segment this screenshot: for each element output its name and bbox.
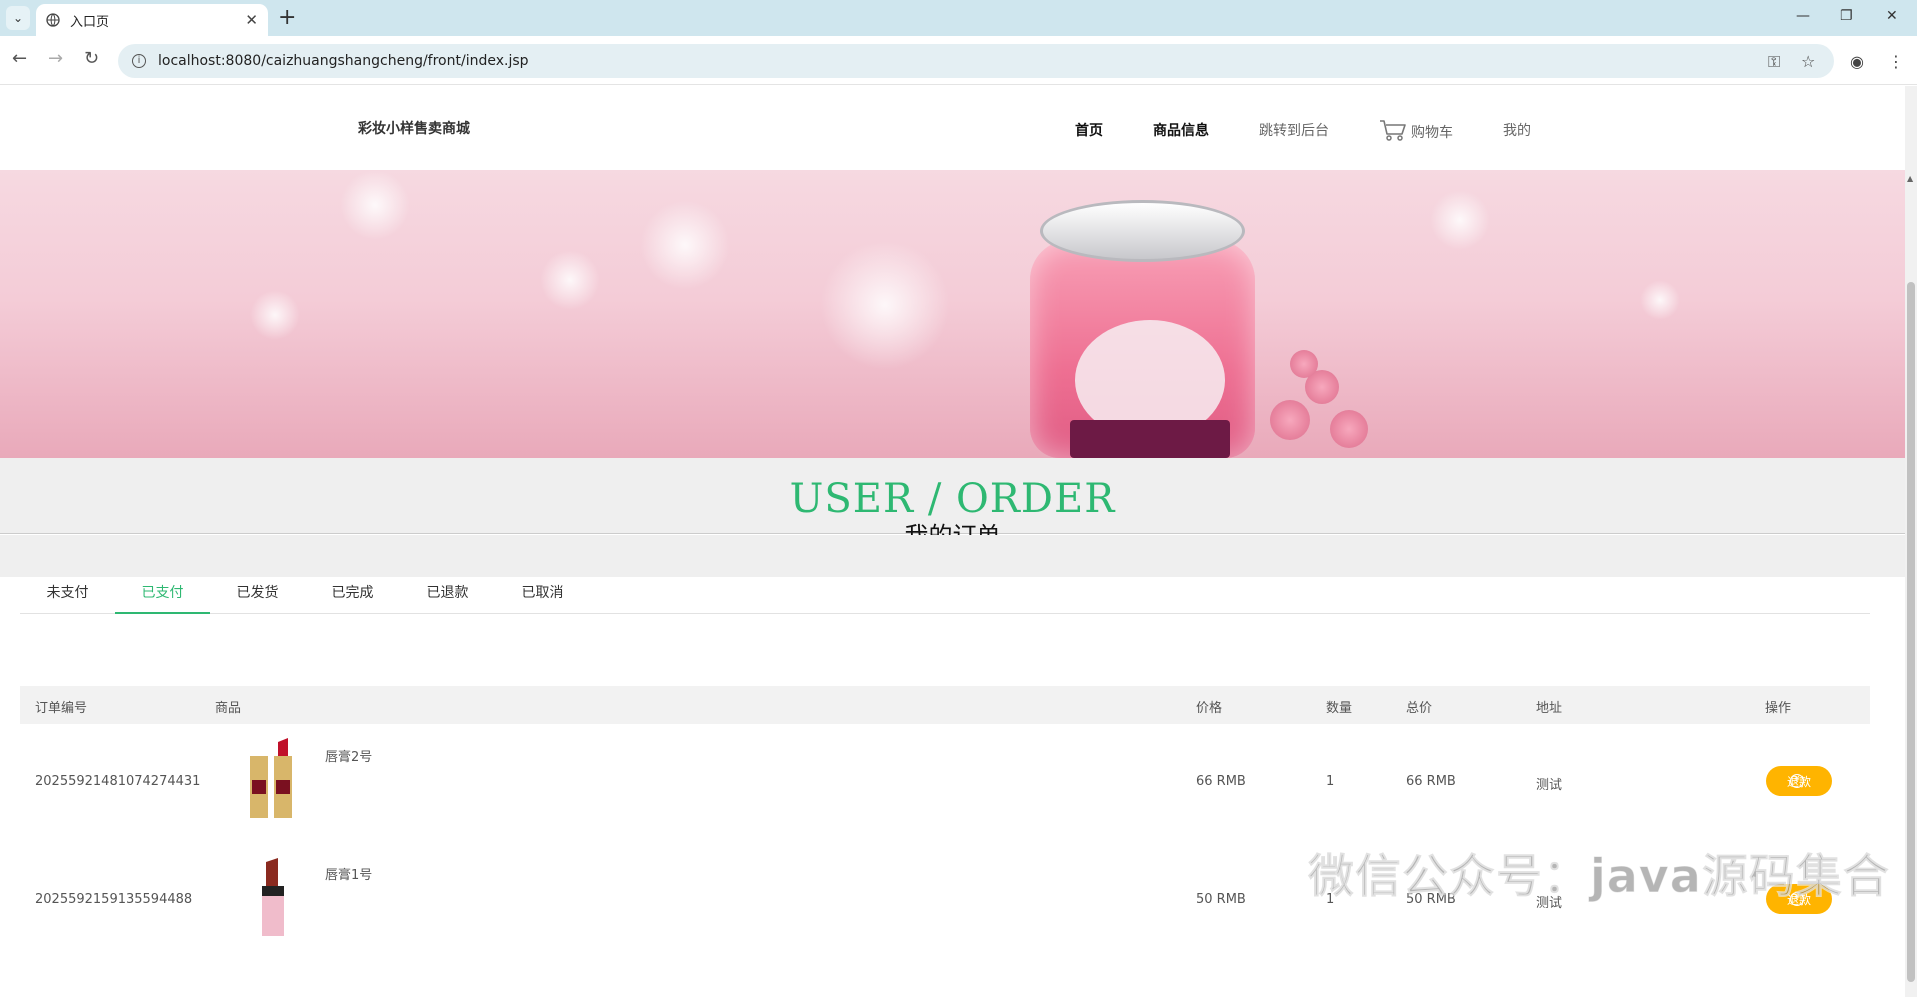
- close-tab-icon[interactable]: ✕: [245, 11, 258, 29]
- scroll-up-icon[interactable]: ▲: [1907, 174, 1913, 183]
- scrollbar-thumb[interactable]: [1907, 282, 1915, 982]
- browser-toolbar: ← → ↻ i localhost:8080/caizhuangshangche…: [0, 36, 1917, 85]
- lipstick-product-image: [250, 738, 292, 818]
- minimize-icon[interactable]: —: [1796, 8, 1810, 24]
- bookmark-star-icon[interactable]: ☆: [1801, 52, 1815, 71]
- url-text: localhost:8080/caizhuangshangcheng/front…: [158, 53, 529, 69]
- product-name[interactable]: 唇膏1号: [325, 864, 372, 883]
- watermark-text: 微信公众号：java源码集合: [1308, 849, 1890, 904]
- main-nav: 首页 商品信息 跳转到后台 购物车 我的: [1075, 118, 1581, 142]
- restore-icon[interactable]: ❐: [1840, 8, 1853, 24]
- back-icon[interactable]: ←: [12, 48, 27, 69]
- table-row: 20255921481074274431 唇膏2号 66 RMB 1 66 RM…: [20, 724, 1870, 842]
- tab-paid[interactable]: 已支付: [115, 578, 210, 614]
- tab-unpaid[interactable]: 未支付: [20, 578, 115, 613]
- product-name[interactable]: 唇膏2号: [325, 746, 372, 765]
- table-header: 订单编号 商品 价格 数量 总价 地址 操作: [20, 686, 1870, 724]
- col-order-no: 订单编号: [35, 701, 88, 716]
- order-no: 2025592159135594488: [35, 892, 193, 907]
- forward-icon[interactable]: →: [48, 48, 63, 69]
- site-brand[interactable]: 彩妆小样售卖商城: [358, 118, 470, 138]
- order-status-tabs: 未支付 已支付 已发货 已完成 已退款 已取消: [20, 578, 1870, 614]
- col-price: 价格: [1196, 701, 1223, 716]
- reload-icon[interactable]: ↻: [84, 48, 99, 69]
- site-header: 彩妆小样售卖商城 首页 商品信息 跳转到后台 购物车 我的: [0, 86, 1905, 170]
- tab-completed[interactable]: 已完成: [305, 578, 400, 613]
- tab-shipped[interactable]: 已发货: [210, 578, 305, 613]
- password-key-icon[interactable]: ⚿: [1768, 52, 1780, 72]
- address: 测试: [1536, 778, 1563, 793]
- refund-label: 退款: [1786, 774, 1811, 789]
- jar-lid-shape: [1040, 200, 1245, 262]
- nav-mine[interactable]: 我的: [1503, 120, 1531, 140]
- hero-banner-image: [0, 170, 1905, 458]
- nav-cart[interactable]: 购物车: [1379, 118, 1453, 142]
- col-address: 地址: [1536, 701, 1563, 716]
- quantity: 1: [1326, 774, 1335, 789]
- refund-button[interactable]: ¥ 退款: [1766, 766, 1832, 796]
- nav-products[interactable]: 商品信息: [1153, 120, 1209, 140]
- jar-label-band: [1070, 420, 1230, 458]
- new-tab-icon[interactable]: +: [278, 6, 296, 30]
- section-title-band: USER / ORDER 我的订单: [0, 458, 1905, 550]
- lipstick-product-image: [262, 858, 284, 936]
- col-total: 总价: [1406, 701, 1433, 716]
- nav-cart-label: 购物车: [1411, 125, 1453, 141]
- col-qty: 数量: [1326, 701, 1353, 716]
- orders-table: 订单编号 商品 价格 数量 总价 地址 操作 20255921481074274…: [20, 686, 1870, 960]
- price: 50 RMB: [1196, 892, 1246, 907]
- col-product: 商品: [215, 701, 242, 716]
- nav-home[interactable]: 首页: [1075, 120, 1103, 140]
- browser-tab[interactable]: 入口页 ✕: [36, 4, 268, 36]
- menu-kebab-icon[interactable]: ⋮: [1888, 52, 1904, 71]
- profile-icon[interactable]: ◉: [1850, 52, 1864, 71]
- tab-title: 入口页: [70, 14, 110, 30]
- shopping-cart-icon: [1380, 120, 1406, 141]
- close-window-icon[interactable]: ✕: [1886, 8, 1898, 24]
- price: 66 RMB: [1196, 774, 1246, 789]
- total-price: 66 RMB: [1406, 774, 1456, 789]
- nav-admin[interactable]: 跳转到后台: [1259, 120, 1329, 140]
- page-scrollbar[interactable]: ▲: [1905, 86, 1917, 997]
- tab-refunded[interactable]: 已退款: [400, 578, 495, 613]
- order-no: 20255921481074274431: [35, 774, 201, 789]
- tab-cancelled[interactable]: 已取消: [495, 578, 590, 613]
- address-bar[interactable]: i localhost:8080/caizhuangshangcheng/fro…: [118, 44, 1834, 78]
- browser-tab-bar: ⌄ 入口页 ✕ + — ❐ ✕: [0, 0, 1917, 36]
- globe-icon: [46, 13, 60, 27]
- col-action: 操作: [1765, 701, 1792, 716]
- site-info-icon[interactable]: i: [132, 54, 146, 68]
- tab-search-dropdown-icon[interactable]: ⌄: [6, 6, 30, 30]
